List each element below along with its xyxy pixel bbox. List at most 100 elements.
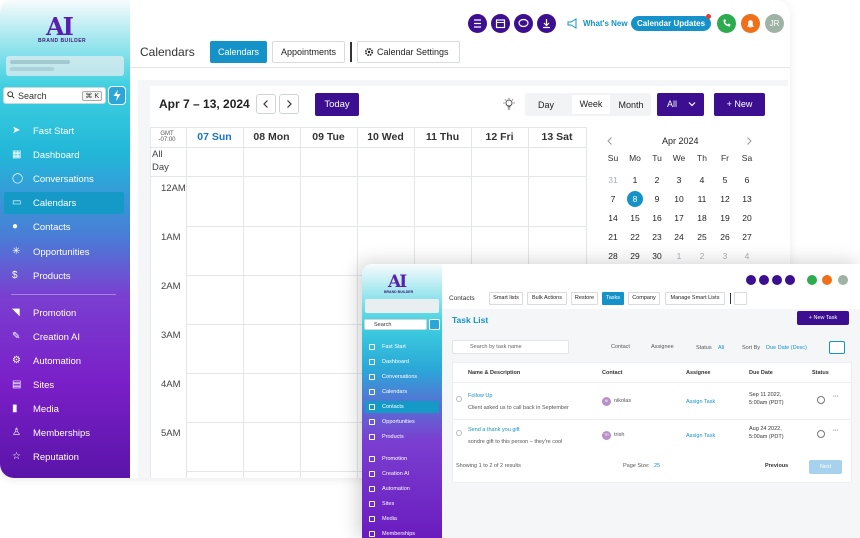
sidebar-search[interactable]: Search ⌘ K [3, 87, 106, 104]
task-contact[interactable]: nikolas [614, 398, 631, 404]
row-checkbox[interactable] [456, 396, 462, 402]
overlay-bell-icon[interactable] [822, 275, 832, 285]
mini-day[interactable]: 18 [692, 213, 712, 223]
mini-day[interactable]: 5 [715, 175, 735, 185]
mini-day[interactable]: 10 [669, 194, 689, 204]
mini-day[interactable]: 4 [692, 175, 712, 185]
account-switcher[interactable] [6, 56, 124, 76]
overlay-avatar[interactable] [838, 275, 848, 285]
calendar-top-icon[interactable] [491, 14, 510, 33]
day-header[interactable]: 12 Fri [471, 127, 528, 147]
next-button[interactable]: Next [809, 460, 842, 474]
status-filter-value[interactable]: All [718, 345, 724, 351]
sort-value[interactable]: Due Date (Desc) [766, 345, 807, 351]
sidebar-item-media[interactable]: ▮ Media [4, 398, 124, 420]
mini-day[interactable]: 28 [603, 251, 623, 261]
mini-day[interactable]: 19 [715, 213, 735, 223]
day-header[interactable]: 09 Tue [300, 127, 357, 147]
sidebar-item-memberships[interactable]: ♙ Memberships [4, 422, 124, 444]
sidebar-item-calendars[interactable]: ▭ Calendars [4, 192, 124, 214]
day-header[interactable]: 08 Mon [243, 127, 300, 147]
refresh-icon[interactable] [829, 341, 845, 354]
overlay-gear-icon[interactable] [734, 292, 747, 305]
task-name[interactable]: Send a thank you gift [468, 427, 520, 433]
mini-day[interactable]: 6 [737, 175, 757, 185]
mini-day[interactable]: 12 [715, 194, 735, 204]
mini-day[interactable]: 9 [647, 194, 667, 204]
overlay-chat-icon[interactable] [772, 275, 782, 285]
download-icon[interactable] [537, 14, 556, 33]
mini-prev-icon[interactable] [606, 136, 614, 146]
sidebar-item-automation[interactable]: ⚙ Automation [4, 350, 124, 372]
sidebar-item-sites[interactable]: ▤ Sites [4, 374, 124, 396]
overlay-tab-tasks[interactable]: Tasks [602, 292, 624, 305]
filter-dropdown[interactable]: All [657, 93, 704, 116]
mini-day[interactable]: 3 [715, 251, 735, 261]
chat-top-icon[interactable] [514, 14, 533, 33]
assign-task-link[interactable]: Assign Task [686, 399, 715, 405]
sidebar-item-conversations[interactable]: ◯ Conversations [4, 168, 124, 190]
avatar[interactable]: JR [765, 14, 784, 33]
sidebar-item-contacts[interactable]: ● Contacts [4, 216, 124, 238]
overlay-sidebar-item-products[interactable]: Products [365, 431, 439, 443]
mini-day[interactable]: 25 [692, 232, 712, 242]
prev-week-button[interactable] [256, 94, 276, 114]
overlay-sidebar-item-contacts[interactable]: Contacts [365, 401, 439, 413]
mini-day[interactable]: 2 [692, 251, 712, 261]
overlay-bolt-icon[interactable] [429, 319, 440, 330]
mini-day[interactable]: 22 [625, 232, 645, 242]
overlay-list-icon[interactable] [746, 275, 756, 285]
mini-day[interactable]: 11 [692, 194, 712, 204]
task-name[interactable]: Follow Up [468, 393, 492, 399]
mini-day[interactable]: 8 [625, 194, 645, 204]
overlay-sidebar-item-conversations[interactable]: Conversations [365, 371, 439, 383]
mini-day[interactable]: 7 [603, 194, 623, 204]
overlay-tab-company[interactable]: Company [628, 292, 660, 305]
calendar-updates-badge[interactable]: Calendar Updates [631, 16, 712, 31]
status-check-icon[interactable] [817, 430, 825, 438]
page-size-value[interactable]: 25 [654, 463, 660, 469]
overlay-sidebar-item-fast-start[interactable]: Fast Start [365, 341, 439, 353]
mini-next-icon[interactable] [745, 136, 753, 146]
mini-day[interactable]: 4 [737, 251, 757, 261]
overlay-tab-manage-smart-lists[interactable]: Manage Smart Lists [665, 292, 725, 305]
sidebar-item-products[interactable]: $ Products [4, 265, 124, 287]
day-header[interactable]: 10 Wed [357, 127, 414, 147]
list-icon[interactable] [468, 14, 487, 33]
bell-icon[interactable] [741, 14, 760, 33]
calendar-settings-button[interactable]: Calendar Settings [357, 41, 460, 63]
task-search-input[interactable]: Search by task name [452, 340, 569, 354]
overlay-sidebar-item-promotion[interactable]: Promotion [365, 453, 439, 465]
day-header[interactable]: 11 Thu [414, 127, 471, 147]
mini-day[interactable]: 1 [669, 251, 689, 261]
assignee-filter[interactable]: Assignee [651, 344, 674, 350]
assign-task-link[interactable]: Assign Task [686, 433, 715, 439]
mini-day[interactable]: 14 [603, 213, 623, 223]
overlay-sidebar-item-dashboard[interactable]: Dashboard [365, 356, 439, 368]
view-day-button[interactable]: Day [528, 96, 564, 114]
mini-day[interactable]: 30 [647, 251, 667, 261]
sidebar-item-opportunities[interactable]: ✳ Opportunities [4, 241, 124, 263]
day-header[interactable]: 07 Sun [186, 127, 243, 147]
overlay-search[interactable]: Search [364, 319, 427, 330]
overlay-sidebar-item-media[interactable]: Media [365, 513, 439, 525]
view-week-button[interactable]: Week [572, 95, 610, 114]
tab-appointments[interactable]: Appointments [272, 41, 345, 63]
overlay-tab-restore[interactable]: Restore [571, 292, 598, 305]
overlay-calendar-icon[interactable] [759, 275, 769, 285]
quick-action-button[interactable] [108, 86, 126, 105]
mini-day[interactable]: 31 [603, 175, 623, 185]
mini-day[interactable]: 21 [603, 232, 623, 242]
overlay-sidebar-item-opportunities[interactable]: Opportunities [365, 416, 439, 428]
new-button[interactable]: + New [714, 93, 765, 116]
sidebar-item-promotion[interactable]: ◥ Promotion [4, 302, 124, 324]
previous-button[interactable]: Previous [765, 463, 788, 469]
tab-calendars[interactable]: Calendars [210, 41, 267, 63]
mini-day[interactable]: 24 [669, 232, 689, 242]
mini-day[interactable]: 2 [647, 175, 667, 185]
next-week-button[interactable] [279, 94, 299, 114]
mini-day[interactable]: 26 [715, 232, 735, 242]
overlay-sidebar-item-creation-ai[interactable]: Creation AI [365, 468, 439, 480]
mini-day[interactable]: 29 [625, 251, 645, 261]
view-month-button[interactable]: Month [613, 96, 649, 114]
